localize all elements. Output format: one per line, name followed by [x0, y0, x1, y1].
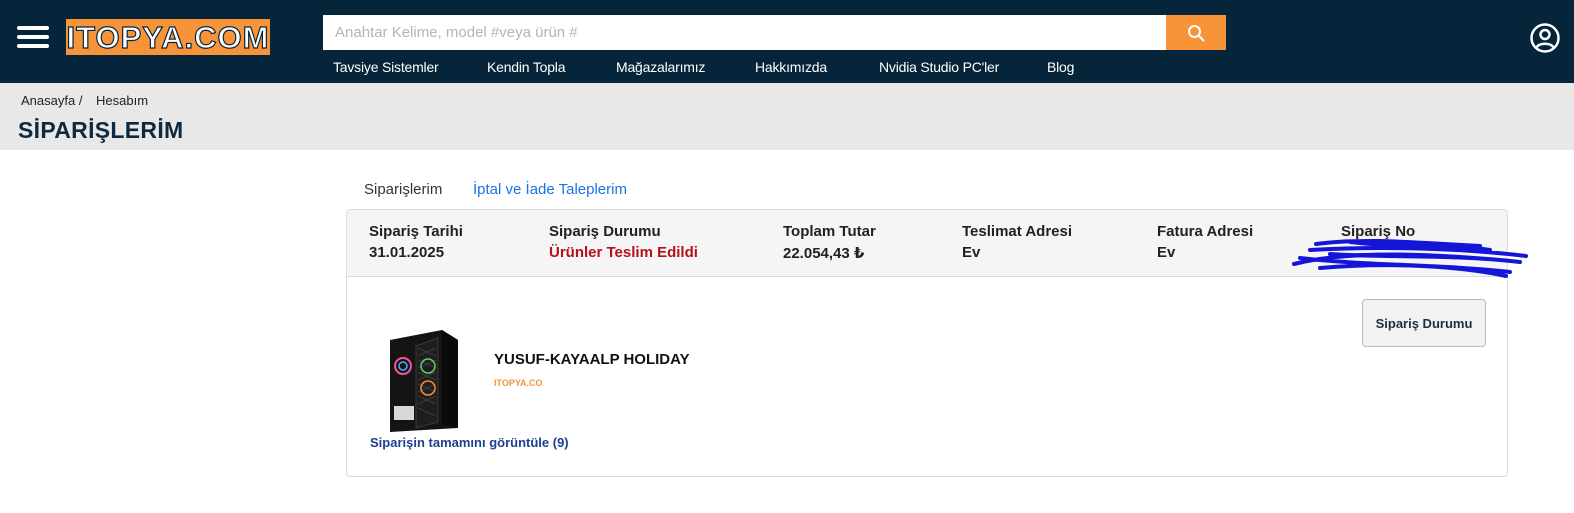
nav-hakkimizda[interactable]: Hakkımızda — [755, 59, 827, 77]
tab-orders[interactable]: Siparişlerim — [364, 181, 442, 198]
order-status-button[interactable]: Sipariş Durumu — [1362, 299, 1486, 347]
breadcrumb-home[interactable]: Anasayfa / — [21, 93, 82, 108]
breadcrumb-account[interactable]: Hesabım — [96, 93, 148, 108]
delivery-address-label: Teslimat Adresi — [962, 223, 1073, 240]
svg-text:ITOPYA.COM: ITOPYA.COM — [494, 378, 542, 388]
nav-nvidia-studio-pcler[interactable]: Nvidia Studio PC'ler — [879, 59, 999, 77]
delivery-address-value: Ev — [962, 244, 981, 261]
billing-address-label: Fatura Adresi — [1157, 223, 1254, 240]
billing-address-value: Ev — [1157, 244, 1176, 261]
order-total-value: 22.054,43 ₺ — [783, 245, 865, 262]
nav-tavsiye-sistemler[interactable]: Tavsiye Sistemler — [333, 59, 439, 77]
nav-kendin-topla[interactable]: Kendin Topla — [487, 59, 566, 77]
page-title: SİPARİŞLERİM — [18, 117, 184, 143]
order-date-value: 31.01.2025 — [369, 244, 445, 261]
search-input[interactable] — [323, 15, 1167, 50]
svg-text:ITOPYA.COM: ITOPYA.COM — [67, 20, 270, 55]
order-number-redaction — [1292, 238, 1528, 278]
pc-case-image — [390, 330, 458, 432]
user-circle-icon[interactable] — [1529, 22, 1561, 54]
nav-blog[interactable]: Blog — [1047, 59, 1074, 77]
order-status-value: Ürünler Teslim Edildi — [549, 244, 698, 261]
search-button[interactable] — [1166, 15, 1226, 50]
nav-magazalarimiz[interactable]: Mağazalarımız — [616, 59, 705, 77]
product-name[interactable]: YUSUF-KAYAALP HOLIDAY — [494, 351, 690, 368]
order-total-label: Toplam Tutar — [783, 223, 876, 240]
breadcrumb-band — [0, 83, 1574, 150]
order-status-label: Sipariş Durumu — [549, 223, 661, 240]
view-full-order-link[interactable]: Siparişin tamamını görüntüle (9) — [370, 435, 569, 450]
search-icon — [1188, 24, 1205, 41]
tab-cancel-return-requests[interactable]: İptal ve İade Taleplerim — [473, 181, 627, 198]
itopya-logo[interactable]: ITOPYA.COM — [66, 17, 270, 57]
order-date-label: Sipariş Tarihi — [369, 223, 463, 240]
hamburger-menu-icon[interactable] — [17, 26, 49, 48]
itopya-brand-mini-logo: ITOPYA.COM — [494, 378, 542, 388]
